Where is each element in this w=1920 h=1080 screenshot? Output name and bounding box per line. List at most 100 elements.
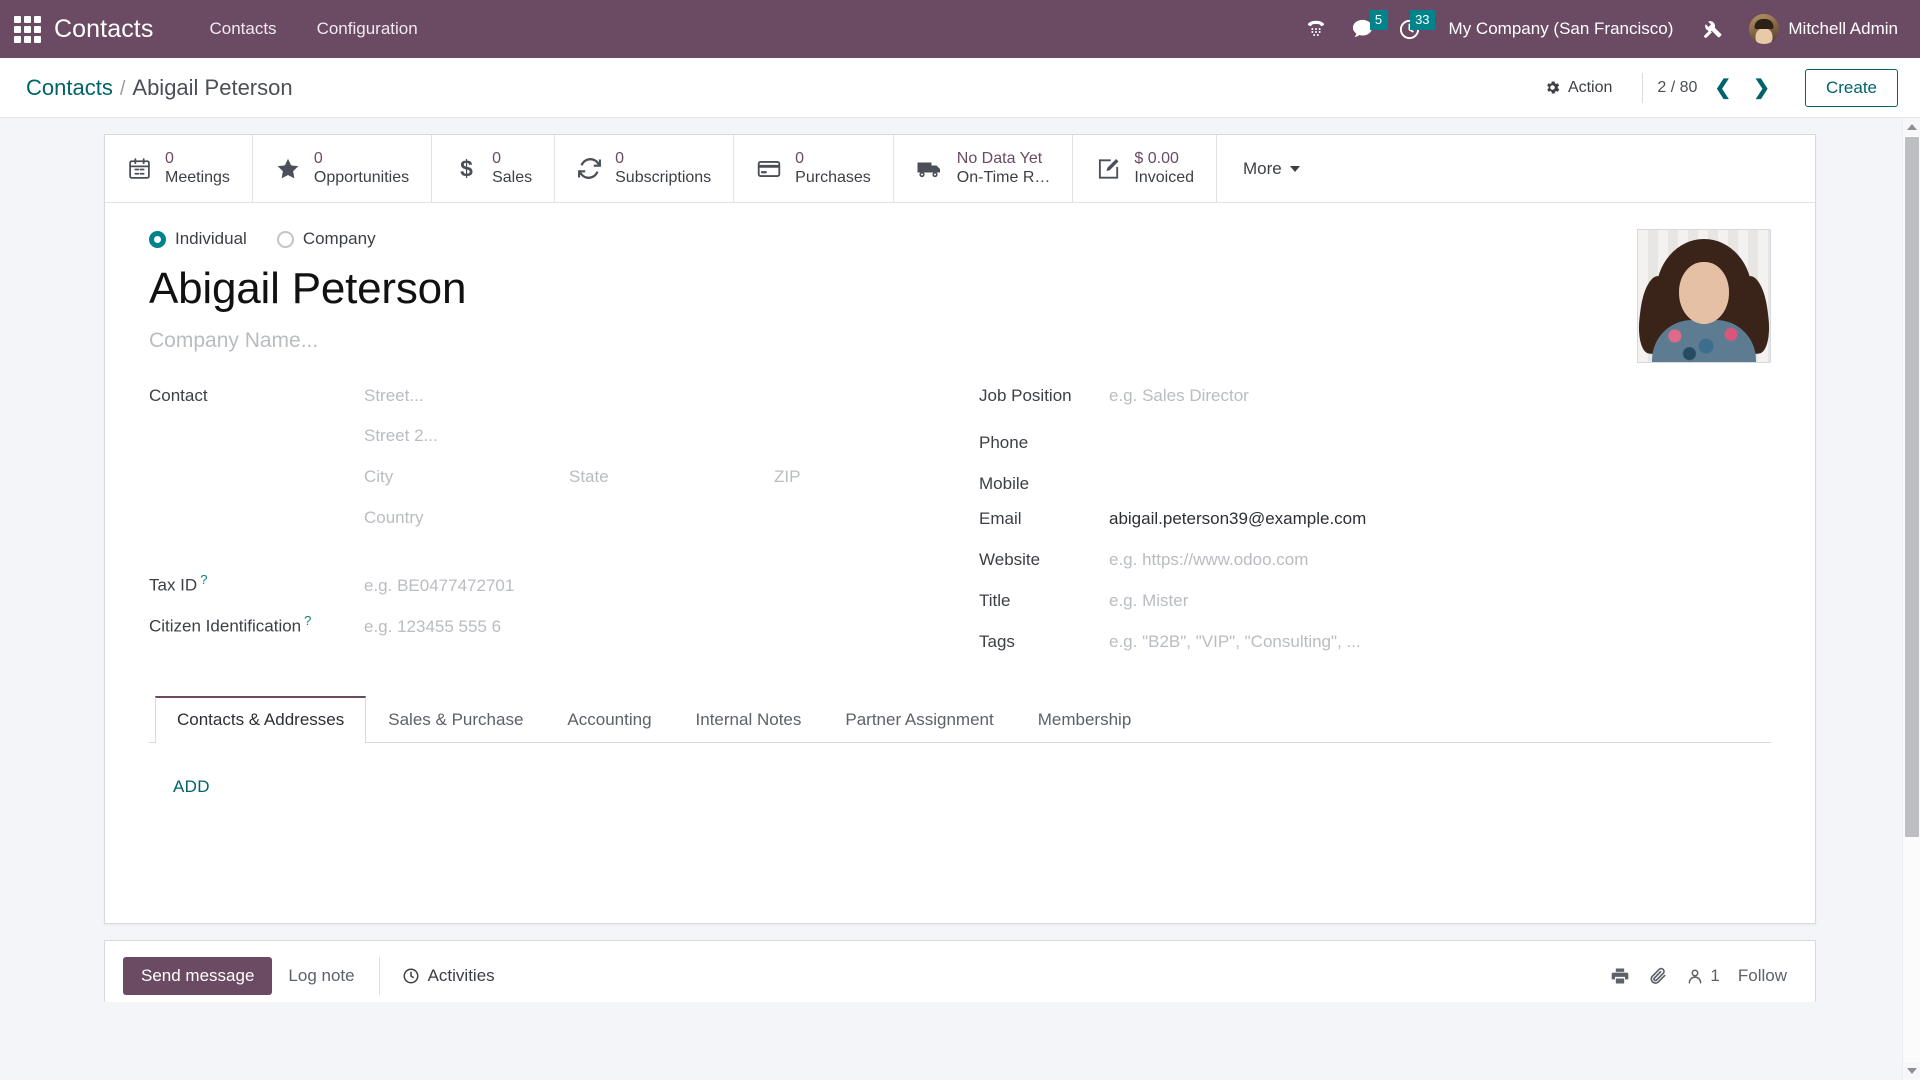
user-menu[interactable]: Mitchell Admin: [1739, 10, 1904, 48]
chatter-bar: Send message Log note Activities 1 Follo…: [104, 939, 1816, 1002]
contact-photo[interactable]: [1637, 229, 1771, 363]
field-label-citizen-id: Citizen Identification?: [149, 612, 312, 636]
city-input[interactable]: City: [364, 465, 569, 489]
user-name: Mitchell Admin: [1788, 19, 1898, 38]
stat-value: 0: [165, 149, 174, 167]
chevron-right-icon[interactable]: ❯: [1748, 76, 1775, 100]
chatter-right-tools: 1 Follow: [1610, 966, 1797, 986]
send-message-button[interactable]: Send message: [123, 957, 273, 996]
stat-button-meetings[interactable]: 0 Meetings: [105, 135, 253, 202]
citizen-id-input[interactable]: e.g. 123455 555 6: [364, 615, 979, 639]
paperclip-icon[interactable]: [1648, 966, 1668, 986]
tax-id-input[interactable]: e.g. BE0477472701: [364, 574, 979, 598]
website-input[interactable]: e.g. https://www.odoo.com: [1109, 548, 1771, 572]
tab-contacts-addresses[interactable]: Contacts & Addresses: [155, 695, 367, 743]
stat-button-invoiced[interactable]: $ 0.00 Invoiced: [1073, 135, 1217, 202]
scroll-down-arrow-icon[interactable]: [1903, 1062, 1920, 1080]
stat-button-subscriptions[interactable]: 0 Subscriptions: [555, 135, 735, 202]
stat-value: No Data Yet: [956, 149, 1043, 167]
divider: [1642, 72, 1644, 103]
stat-value: $ 0.00: [1134, 149, 1179, 167]
notebook-page-contacts-addresses: ADD: [149, 743, 1771, 893]
tab-internal-notes[interactable]: Internal Notes: [674, 696, 824, 743]
tags-input[interactable]: e.g. "B2B", "VIP", "Consulting", ...: [1109, 630, 1771, 654]
printer-icon[interactable]: [1610, 966, 1630, 986]
form-fields-grid: Contact Street... Street 2... City State: [149, 383, 1771, 670]
create-button[interactable]: Create: [1804, 68, 1898, 107]
add-contact-link[interactable]: ADD: [173, 777, 210, 796]
field-tax-id: Tax ID? e.g. BE0477472701: [149, 569, 979, 610]
activities-clock-icon[interactable]: 33: [1388, 9, 1435, 47]
contact-name-input[interactable]: Abigail Peterson: [149, 263, 1771, 315]
nav-item-configuration[interactable]: Configuration: [297, 11, 438, 47]
svg-text:$: $: [460, 156, 473, 181]
stat-button-on-time-rate[interactable]: No Data Yet On-Time R…: [894, 135, 1074, 202]
tab-sales-purchase[interactable]: Sales & Purchase: [366, 696, 545, 743]
log-note-button[interactable]: Log note: [272, 957, 370, 995]
radio-label-company: Company: [302, 229, 376, 248]
followers-button[interactable]: 1: [1686, 966, 1720, 986]
street2-input[interactable]: Street 2...: [364, 424, 979, 448]
clock-icon: [403, 968, 419, 984]
messages-badge: 5: [1369, 9, 1388, 30]
help-icon[interactable]: ?: [200, 572, 207, 587]
stat-value: 0: [492, 149, 501, 167]
mobile-input[interactable]: [1109, 465, 1771, 489]
truck-icon: [916, 156, 944, 182]
stat-button-purchases[interactable]: 0 Purchases: [734, 135, 894, 202]
stat-label: Purchases: [795, 168, 871, 186]
stat-more-dropdown[interactable]: More: [1217, 135, 1326, 202]
company-type-radio-group: Individual Company: [149, 229, 1771, 249]
country-select[interactable]: Country: [364, 506, 979, 530]
dialpad-phone-icon[interactable]: [1295, 12, 1337, 46]
field-label-mobile: Mobile: [979, 473, 1030, 493]
navbar-menu: Contacts Configuration: [189, 11, 437, 47]
schedule-activity-button[interactable]: Activities: [388, 957, 509, 995]
state-select[interactable]: State: [569, 465, 774, 489]
company-switcher[interactable]: My Company (San Francisco): [1435, 13, 1688, 45]
field-label-spacer: [149, 479, 364, 482]
stat-button-sales[interactable]: $ 0 Sales: [432, 135, 556, 202]
stat-value: 0: [313, 149, 323, 167]
field-label-phone: Phone: [979, 432, 1029, 452]
vertical-scrollbar[interactable]: [1902, 118, 1920, 1080]
field-label-email: Email: [979, 508, 1022, 528]
field-mobile: Mobile: [979, 465, 1771, 506]
breadcrumb-contacts[interactable]: Contacts: [26, 75, 113, 101]
field-label-spacer: [149, 438, 364, 441]
radio-option-company[interactable]: Company: [276, 229, 376, 249]
apps-grid-icon[interactable]: [10, 12, 44, 46]
messages-icon[interactable]: 5: [1341, 9, 1388, 47]
app-brand-contacts[interactable]: Contacts: [54, 15, 153, 44]
help-icon[interactable]: ?: [304, 613, 311, 628]
email-input[interactable]: abigail.peterson39@example.com: [1109, 507, 1771, 531]
followers-count: 1: [1710, 966, 1720, 986]
field-street: Contact Street...: [149, 383, 979, 424]
scroll-up-arrow-icon[interactable]: [1903, 118, 1920, 136]
street-input[interactable]: Street...: [364, 384, 979, 408]
follow-button[interactable]: Follow: [1738, 966, 1787, 986]
action-menu-button[interactable]: Action: [1528, 72, 1628, 104]
nav-item-contacts[interactable]: Contacts: [189, 11, 296, 47]
tab-partner-assignment[interactable]: Partner Assignment: [823, 696, 1015, 743]
zip-input[interactable]: ZIP: [774, 465, 979, 489]
stat-button-opportunities[interactable]: 0 Opportunities: [253, 135, 433, 202]
radio-option-individual[interactable]: Individual: [149, 229, 247, 249]
navbar-right-tools: 5 33 My Company (San Francisco) Mitchell…: [1295, 9, 1904, 48]
stat-label: Sales: [492, 168, 533, 186]
action-label: Action: [1567, 78, 1613, 96]
scrollbar-thumb[interactable]: [1905, 137, 1919, 837]
tab-membership[interactable]: Membership: [1016, 696, 1154, 743]
title-select[interactable]: e.g. Mister: [1109, 589, 1771, 613]
phone-input[interactable]: [1109, 424, 1771, 448]
chevron-down-icon: [1289, 165, 1300, 172]
tab-accounting[interactable]: Accounting: [545, 696, 673, 743]
job-position-input[interactable]: e.g. Sales Director: [1109, 384, 1771, 408]
chevron-left-icon[interactable]: ❮: [1709, 76, 1736, 100]
calendar-icon: [127, 156, 152, 181]
user-icon: [1689, 969, 1702, 984]
tools-debug-icon[interactable]: [1691, 11, 1735, 47]
parent-company-input[interactable]: Company Name...: [149, 329, 1771, 353]
field-label-contact-address: Contact: [149, 385, 208, 405]
record-sheet: 0 Meetings 0 Opportunities $ 0 Sales 0 S…: [104, 134, 1816, 924]
